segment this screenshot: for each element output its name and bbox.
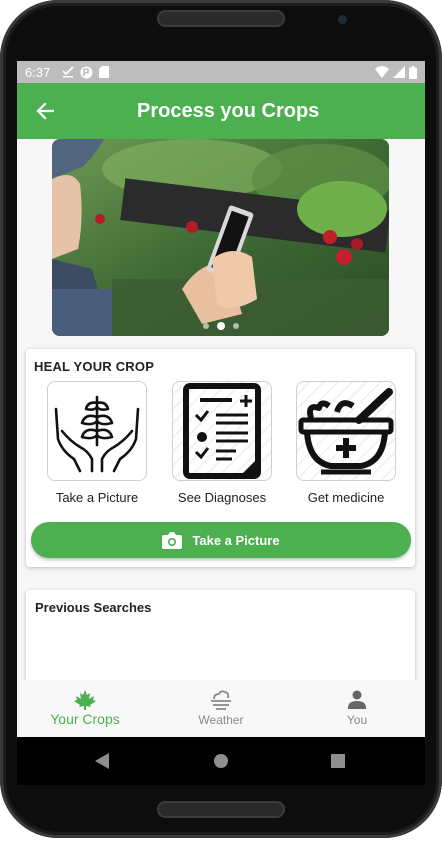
option-take-picture[interactable]: Take a Picture xyxy=(47,381,147,505)
take-picture-button[interactable]: Take a Picture xyxy=(31,522,411,558)
carousel-dot[interactable] xyxy=(232,323,239,329)
option-icon-box[interactable] xyxy=(172,381,272,481)
nav-label: Weather xyxy=(198,713,244,727)
nav-you[interactable]: You xyxy=(289,680,425,737)
previous-searches-title: Previous Searches xyxy=(35,600,152,615)
wifi-icon xyxy=(375,66,389,78)
nav-label: Your Crops xyxy=(50,711,120,727)
carousel-indicator xyxy=(52,322,389,330)
maple-leaf-icon xyxy=(74,690,96,710)
page-title: Process you Crops xyxy=(137,99,320,122)
hero-image xyxy=(52,139,389,336)
heal-crop-title: HEAL YOUR CROP xyxy=(34,359,155,374)
option-get-medicine[interactable]: Get medicine xyxy=(296,381,396,505)
app-icon xyxy=(80,66,93,78)
home-circle-icon xyxy=(214,754,228,768)
option-label: Take a Picture xyxy=(55,490,139,505)
battery-icon xyxy=(409,65,417,79)
previous-searches-card: Previous Searches xyxy=(26,590,415,690)
recents-square-icon xyxy=(331,754,345,768)
sd-card-icon xyxy=(99,66,110,78)
clipboard-checklist-icon xyxy=(183,383,261,479)
nav-label: You xyxy=(346,713,368,727)
camera-icon xyxy=(162,532,183,549)
option-icon-box[interactable] xyxy=(296,381,396,481)
system-recents-button[interactable] xyxy=(308,737,368,785)
signal-icon xyxy=(393,66,405,78)
hero-carousel[interactable] xyxy=(52,139,389,336)
arrow-back-icon xyxy=(36,102,54,120)
cloud-fog-icon xyxy=(211,690,231,710)
status-bar: 6:37 xyxy=(17,61,425,83)
system-back-button[interactable] xyxy=(72,737,132,785)
app-bar: Process you Crops xyxy=(17,83,425,139)
front-camera xyxy=(338,15,347,24)
option-label: Get medicine xyxy=(307,490,385,505)
person-icon xyxy=(348,690,366,709)
carousel-dot-active[interactable] xyxy=(216,322,225,330)
back-button[interactable] xyxy=(17,83,73,139)
download-done-icon xyxy=(62,66,74,78)
device-screen: 6:37 Process you Crops HEAL YOUR CROP Ta… xyxy=(17,61,425,737)
system-navigation-bar xyxy=(17,737,425,785)
nav-weather[interactable]: Weather xyxy=(153,680,289,737)
hands-plant-icon xyxy=(54,395,140,473)
heal-crop-card: HEAL YOUR CROP Take a Picture See Diagno… xyxy=(26,349,415,567)
earpiece-speaker xyxy=(157,10,285,27)
carousel-dot[interactable] xyxy=(202,323,209,329)
take-picture-button-label: Take a Picture xyxy=(192,532,280,548)
scroll-content[interactable]: HEAL YOUR CROP Take a Picture See Diagno… xyxy=(17,139,425,690)
mortar-medicine-icon xyxy=(298,388,394,475)
option-label: See Diagnoses xyxy=(177,490,267,505)
bottom-navigation: Your Crops Weather You xyxy=(17,680,425,737)
status-time: 6:37 xyxy=(25,64,51,80)
system-home-button[interactable] xyxy=(191,737,251,785)
bottom-speaker xyxy=(157,801,285,818)
option-icon-box[interactable] xyxy=(47,381,147,481)
back-triangle-icon xyxy=(95,753,109,769)
option-see-diagnoses[interactable]: See Diagnoses xyxy=(172,381,272,505)
nav-your-crops[interactable]: Your Crops xyxy=(17,680,153,737)
